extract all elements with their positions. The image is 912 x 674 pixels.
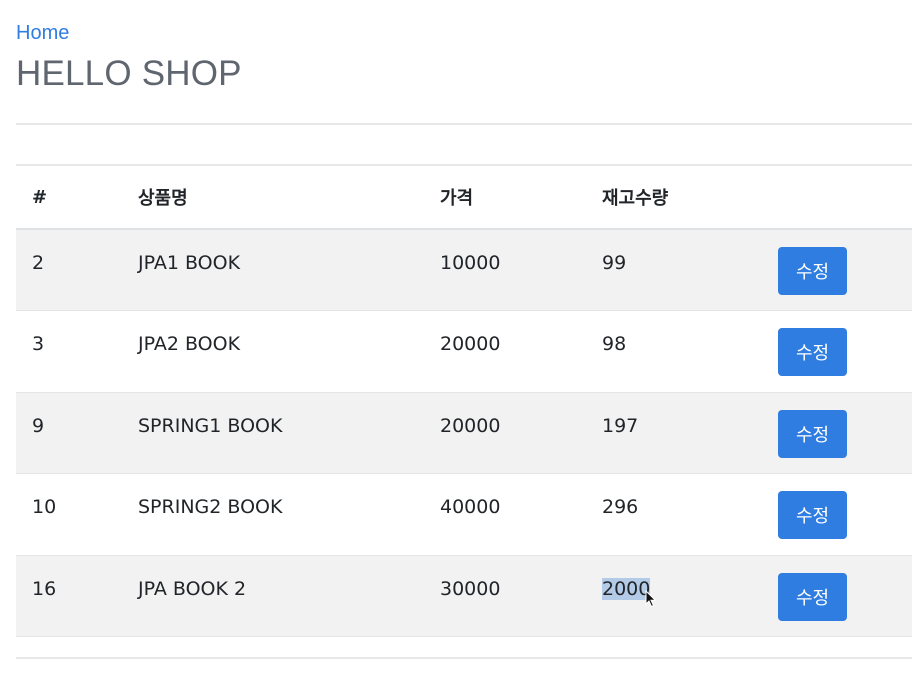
table-row: 3 JPA2 BOOK 20000 98 수정 [16, 311, 912, 393]
edit-button[interactable]: 수정 [778, 247, 847, 295]
cell-price: 40000 [440, 496, 501, 518]
page: Home HELLO SHOP # 상품명 가격 재고수량 2 JPA1 BOO… [0, 0, 912, 674]
cell-price: 20000 [440, 333, 501, 355]
cell-price: 30000 [440, 577, 501, 600]
table-row: 2 JPA1 BOOK 10000 99 수정 [16, 229, 912, 311]
cell-price: 20000 [440, 414, 501, 437]
mouse-pointer-icon [645, 590, 657, 608]
header-divider [16, 123, 912, 125]
cell-price: 10000 [440, 252, 501, 274]
cell-action: 수정 [778, 392, 912, 474]
table-row: 10 SPRING2 BOOK 40000 296 수정 [16, 474, 912, 556]
edit-button[interactable]: 수정 [778, 491, 847, 539]
cell-action: 수정 [778, 311, 912, 393]
table-row: 16 JPA BOOK 2 30000 2000 수정 [16, 555, 912, 637]
footer-divider [16, 657, 912, 659]
table-header: # 상품명 가격 재고수량 [16, 165, 912, 229]
cell-stock[interactable]: 2000 [602, 555, 778, 637]
header-price: 가격 [440, 188, 474, 209]
edit-button[interactable]: 수정 [778, 409, 847, 458]
cell-id: 10 [32, 496, 57, 518]
cell-stock: 98 [602, 333, 627, 355]
table-header-row: # 상품명 가격 재고수량 [16, 165, 912, 229]
page-title: HELLO SHOP [16, 54, 242, 93]
header-name: 상품명 [138, 188, 188, 209]
cell-stock: 197 [602, 414, 639, 437]
cell-name: SPRING1 BOOK [138, 414, 283, 437]
cell-name: SPRING2 BOOK [138, 496, 283, 518]
cell-action: 수정 [778, 229, 912, 311]
edit-button[interactable]: 수정 [778, 328, 847, 376]
cell-stock: 296 [602, 496, 639, 518]
edit-button[interactable]: 수정 [778, 572, 847, 621]
cell-id: 3 [32, 333, 45, 355]
selected-stock-text[interactable]: 2000 [602, 577, 651, 600]
table-row: 9 SPRING1 BOOK 20000 197 수정 [16, 392, 912, 474]
header-action [778, 165, 912, 229]
items-table: # 상품명 가격 재고수량 2 JPA1 BOOK 10000 99 수정 3 … [16, 164, 912, 637]
header-id: # [32, 186, 48, 208]
cell-id: 16 [32, 577, 57, 600]
cell-id: 9 [32, 414, 45, 437]
header-stock: 재고수량 [602, 188, 669, 209]
cell-name: JPA2 BOOK [138, 333, 241, 355]
cell-action: 수정 [778, 474, 912, 556]
table-body: 2 JPA1 BOOK 10000 99 수정 3 JPA2 BOOK 2000… [16, 229, 912, 637]
cell-name: JPA BOOK 2 [138, 577, 247, 600]
cell-action: 수정 [778, 555, 912, 637]
cell-id: 2 [32, 252, 45, 274]
cell-stock: 99 [602, 252, 627, 274]
cell-name: JPA1 BOOK [138, 252, 241, 274]
home-link[interactable]: Home [16, 22, 69, 45]
